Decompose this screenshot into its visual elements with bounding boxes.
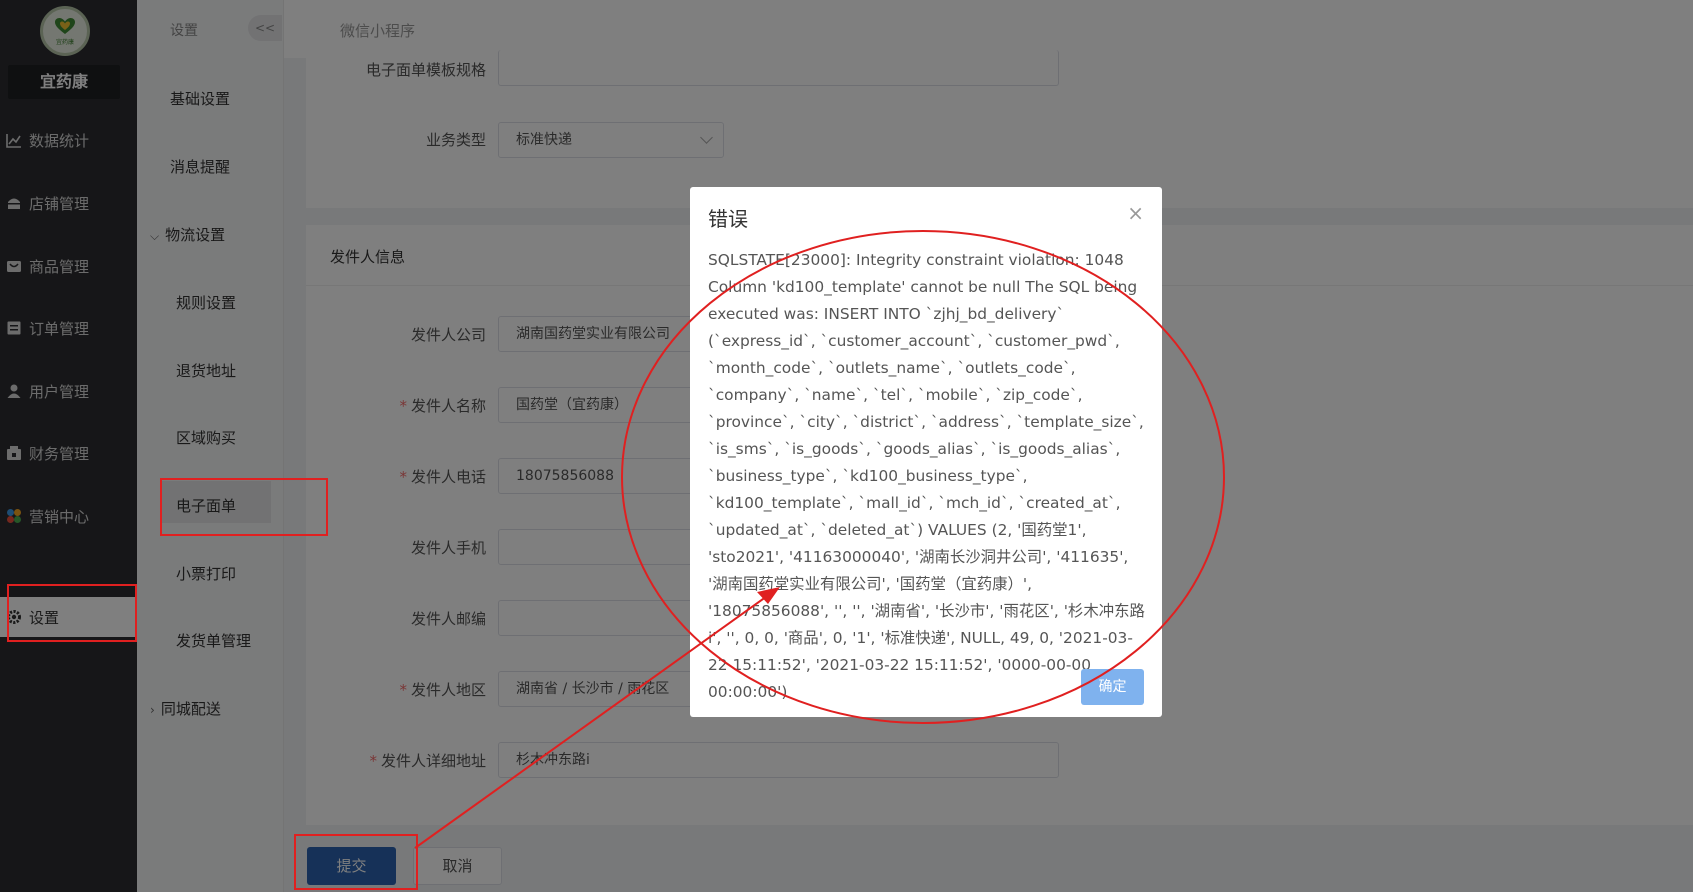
error-dialog: 错误 × SQLSTATE[23000]: Integrity constrai… (690, 187, 1162, 717)
error-message: SQLSTATE[23000]: Integrity constraint vi… (708, 251, 1145, 701)
annotation-box-eorder (160, 478, 328, 536)
dialog-title: 错误 (708, 207, 748, 231)
confirm-button[interactable]: 确定 (1081, 669, 1144, 705)
close-icon[interactable]: × (1127, 203, 1144, 223)
annotation-box-submit (294, 834, 418, 890)
annotation-box-settings (7, 584, 137, 642)
